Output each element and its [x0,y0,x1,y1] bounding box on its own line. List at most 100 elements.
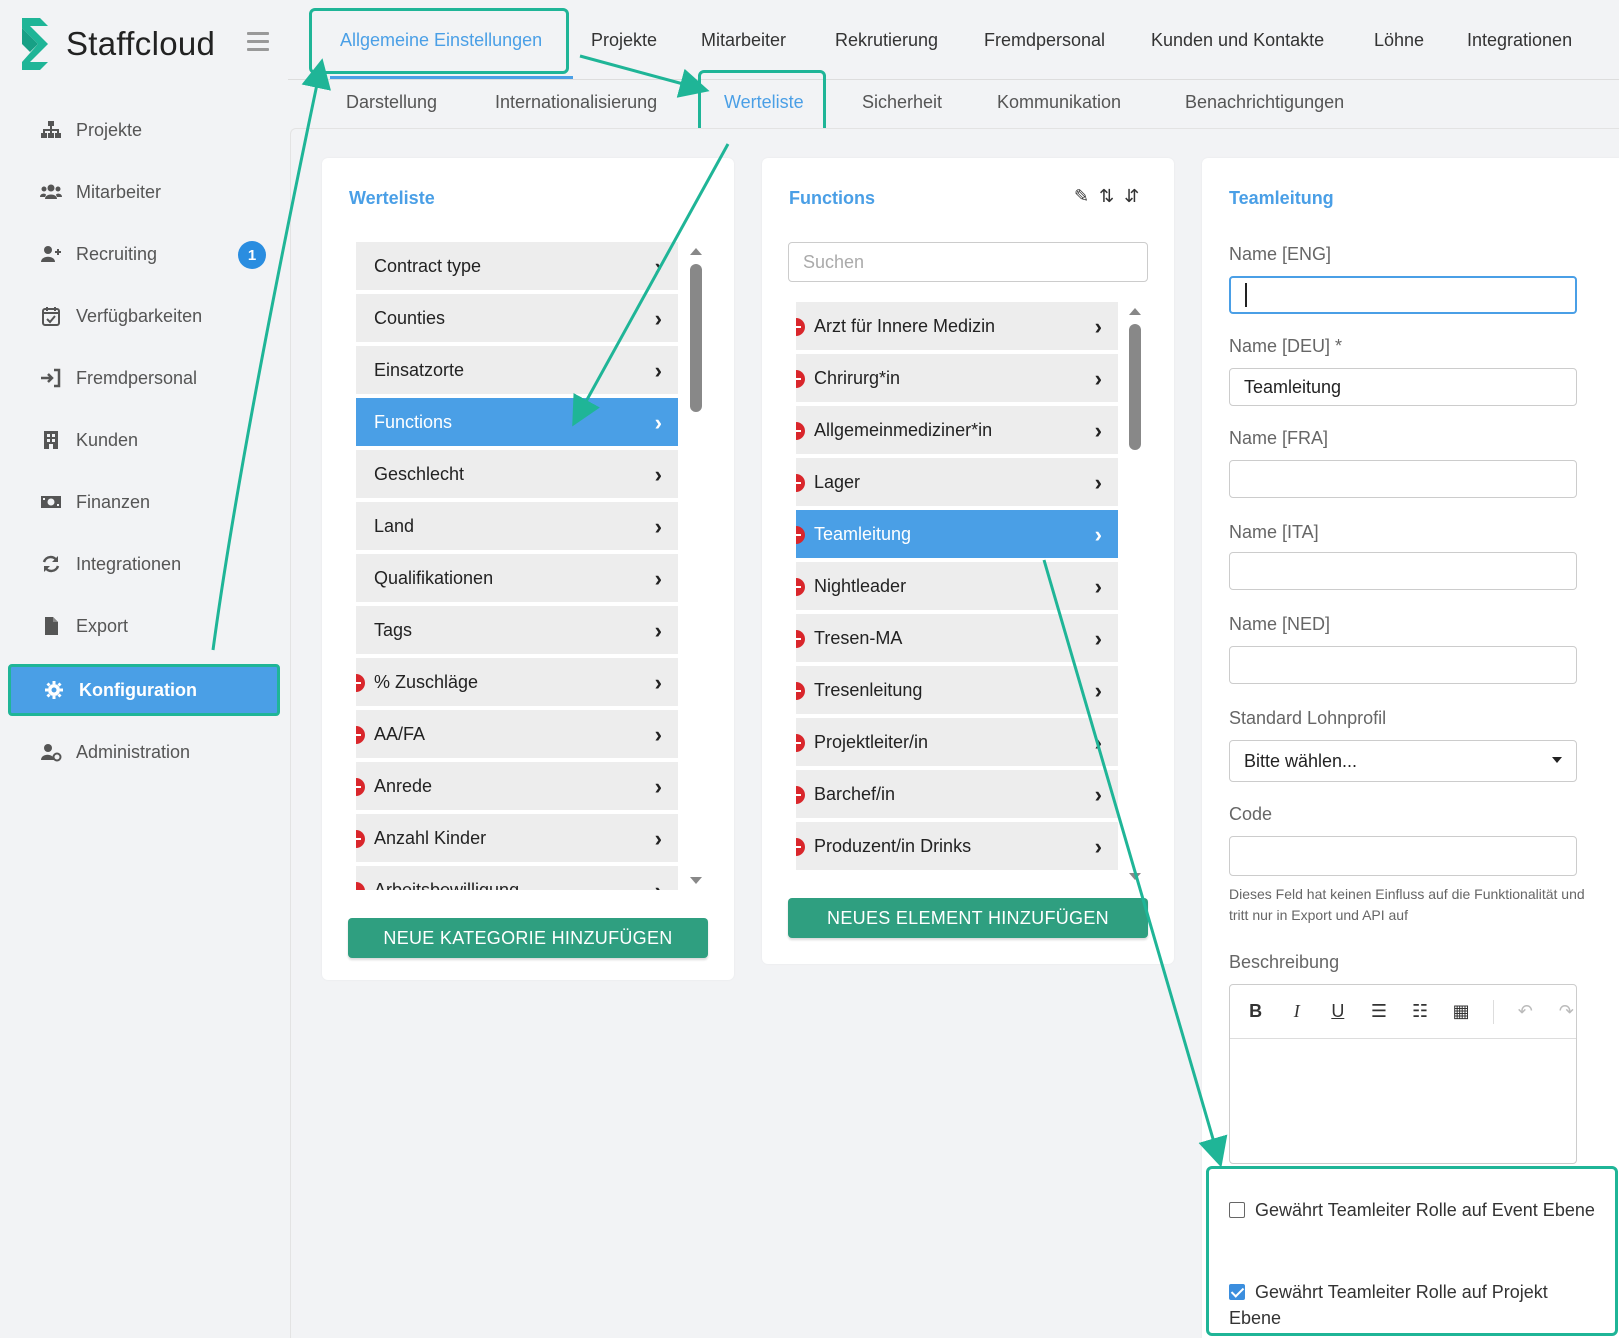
sidebar-item-konfiguration[interactable]: Konfiguration [8,664,280,716]
sidebar-item-mitarbeiter[interactable]: Mitarbeiter [8,166,280,218]
remove-icon[interactable] [796,630,805,648]
scroll-up-icon[interactable] [690,248,702,255]
tab-integrationen[interactable]: Integrationen [1467,30,1572,51]
scroll-thumb[interactable] [1129,324,1141,450]
name-deu-input[interactable]: Teamleitung [1229,368,1577,406]
tab-loehne[interactable]: Löhne [1374,30,1424,51]
list-item-active[interactable]: Teamleitung › [796,510,1118,558]
menu-toggle-icon[interactable] [247,32,269,51]
remove-icon[interactable] [356,674,365,692]
list-item[interactable]: % Zuschläge › [356,658,678,706]
name-ita-input[interactable] [1229,552,1577,590]
subtab-darstellung[interactable]: Darstellung [346,92,437,113]
bold-icon[interactable]: B [1246,1001,1265,1022]
remove-icon[interactable] [796,838,805,856]
subtab-sicherheit[interactable]: Sicherheit [862,92,942,113]
subtab-benachrichtigungen[interactable]: Benachrichtigungen [1185,92,1344,113]
remove-icon[interactable] [356,882,365,890]
table-icon[interactable]: ▦ [1452,1001,1471,1022]
remove-icon[interactable] [796,786,805,804]
sidebar-item-fremdpersonal[interactable]: Fremdpersonal [8,352,280,404]
list-item[interactable]: Qualifikationen › [356,554,678,602]
redo-icon[interactable]: ↷ [1557,1001,1576,1022]
list-item[interactable]: Counties › [356,294,678,342]
list-item[interactable]: Chrirurg*in › [796,354,1118,402]
tab-rekrutierung[interactable]: Rekrutierung [835,30,938,51]
name-eng-input[interactable] [1229,276,1577,314]
list-item[interactable]: Projektleiter/in › [796,718,1118,766]
remove-icon[interactable] [796,474,805,492]
project-role-checkbox-row[interactable]: Gewährt Teamleiter Rolle auf Projekt Ebe… [1229,1279,1599,1331]
sidebar-item-finanzen[interactable]: Finanzen [8,476,280,528]
list-item[interactable]: Arbeitsbewilligung › [356,866,678,890]
functions-scrollbar[interactable] [1128,308,1142,880]
list-item-label: AA/FA [374,723,426,744]
scroll-down-icon[interactable] [1129,873,1141,880]
code-input[interactable] [1229,836,1577,876]
name-fra-input[interactable] [1229,460,1577,498]
scroll-up-icon[interactable] [1129,308,1141,315]
list-item[interactable]: Anrede › [356,762,678,810]
list-item[interactable]: Tresen-MA › [796,614,1118,662]
list-item[interactable]: Allgemeinmediziner*in › [796,406,1118,454]
list-item[interactable]: Einsatzorte › [356,346,678,394]
tab-kunden-und-kontakte[interactable]: Kunden und Kontakte [1151,30,1324,51]
list-item[interactable]: Land › [356,502,678,550]
description-editor[interactable]: B I U ☰ ☷ ▦ ↶ ↷ [1229,984,1577,1164]
tab-projekte[interactable]: Projekte [591,30,657,51]
scroll-thumb[interactable] [690,264,702,412]
list-item[interactable]: Tresenleitung › [796,666,1118,714]
event-role-checkbox-row[interactable]: Gewährt Teamleiter Rolle auf Event Ebene [1229,1197,1599,1223]
remove-icon[interactable] [356,830,365,848]
list-item[interactable]: Anzahl Kinder › [356,814,678,862]
category-scrollbar[interactable] [689,248,703,884]
remove-icon[interactable] [796,318,805,336]
sort-asc-icon[interactable]: ⇅ [1099,186,1114,207]
sidebar-item-export[interactable]: Export [8,600,280,652]
add-category-button[interactable]: NEUE KATEGORIE HINZUFÜGEN [348,918,708,958]
add-element-button[interactable]: NEUES ELEMENT HINZUFÜGEN [788,898,1148,938]
subtab-kommunikation[interactable]: Kommunikation [997,92,1121,113]
edit-icon[interactable]: ✎ [1074,186,1089,207]
sidebar-item-integrationen[interactable]: Integrationen [8,538,280,590]
search-input[interactable]: Suchen [788,242,1148,282]
list-item[interactable]: Barchef/in › [796,770,1118,818]
list-item[interactable]: Contract type › [356,242,678,290]
sidebar-item-projekte[interactable]: Projekte [8,104,280,156]
ordered-list-icon[interactable]: ☰ [1369,1001,1388,1022]
remove-icon[interactable] [356,778,365,796]
remove-icon[interactable] [796,526,805,544]
tab-fremdpersonal[interactable]: Fremdpersonal [984,30,1105,51]
remove-icon[interactable] [796,370,805,388]
scroll-down-icon[interactable] [690,877,702,884]
remove-icon[interactable] [796,682,805,700]
italic-icon[interactable]: I [1287,1001,1306,1022]
list-item[interactable]: Geschlecht › [356,450,678,498]
remove-icon[interactable] [796,734,805,752]
list-item[interactable]: Lager › [796,458,1118,506]
sort-desc-icon[interactable]: ⇵ [1124,186,1139,207]
logo[interactable]: Staffcloud [18,16,215,72]
undo-icon[interactable]: ↶ [1516,1001,1535,1022]
remove-icon[interactable] [796,578,805,596]
list-item-active[interactable]: Functions › [356,398,678,446]
remove-icon[interactable] [796,422,805,440]
sidebar-item-administration[interactable]: Administration [8,726,280,778]
project-role-checkbox[interactable] [1229,1284,1245,1300]
name-ned-input[interactable] [1229,646,1577,684]
sidebar-item-verfuegbarkeiten[interactable]: Verfügbarkeiten [8,290,280,342]
list-item[interactable]: Tags › [356,606,678,654]
sidebar-item-kunden[interactable]: Kunden [8,414,280,466]
list-item[interactable]: Arzt für Innere Medizin › [796,302,1118,350]
list-item[interactable]: Produzent/in Drinks › [796,822,1118,870]
bullet-list-icon[interactable]: ☷ [1411,1001,1430,1022]
event-role-checkbox[interactable] [1229,1202,1245,1218]
lohnprofil-select[interactable]: Bitte wählen... [1229,740,1577,782]
sidebar-item-recruiting[interactable]: Recruiting 1 [8,228,280,280]
underline-icon[interactable]: U [1328,1001,1347,1022]
list-item[interactable]: Nightleader › [796,562,1118,610]
subtab-internationalisierung[interactable]: Internationalisierung [495,92,657,113]
remove-icon[interactable] [356,726,365,744]
list-item[interactable]: AA/FA › [356,710,678,758]
tab-mitarbeiter[interactable]: Mitarbeiter [701,30,786,51]
